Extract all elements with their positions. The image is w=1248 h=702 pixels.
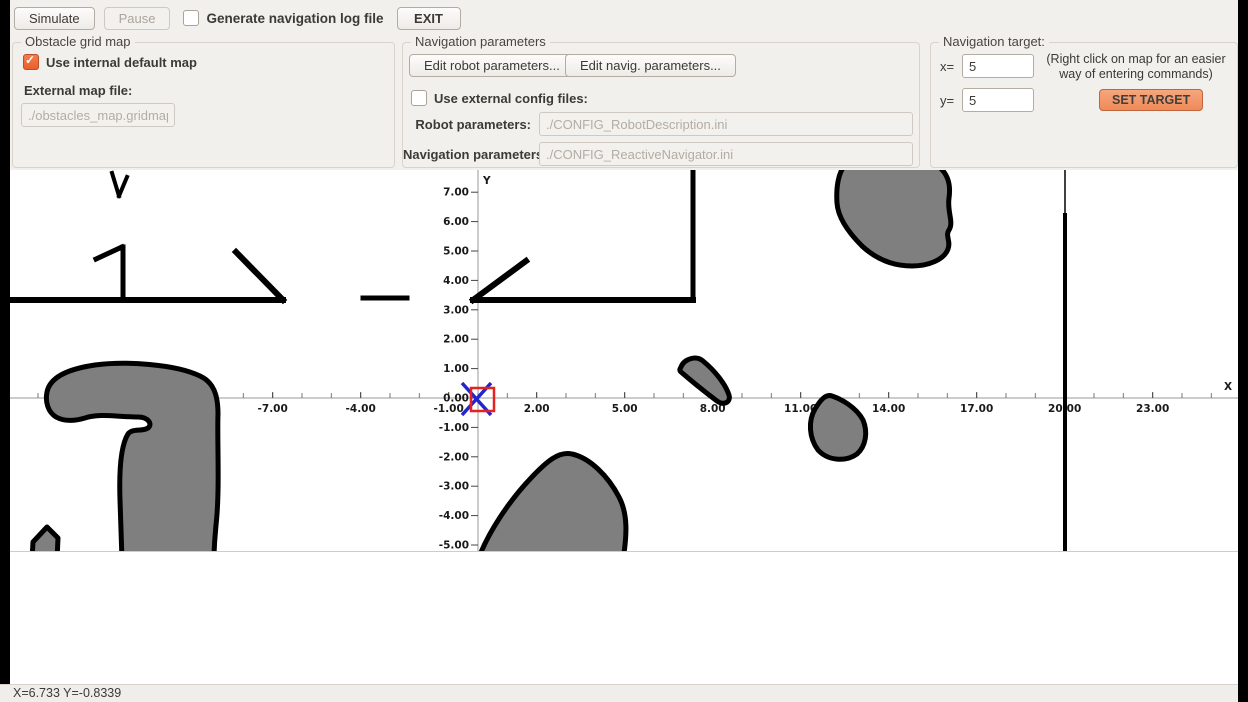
- nav-params-group-title: Navigation parameters: [411, 34, 550, 49]
- set-target-button[interactable]: SET TARGET: [1099, 89, 1203, 111]
- y-tick-label: 1.00: [443, 363, 469, 375]
- target-x-input[interactable]: [962, 54, 1034, 78]
- generate-log-label: Generate navigation log file: [206, 11, 383, 26]
- x-tick-label: 2.00: [524, 403, 550, 415]
- y-tick-label: -3.00: [439, 481, 469, 493]
- log-panel: [10, 551, 1238, 685]
- use-external-config-checkbox[interactable]: [411, 90, 427, 106]
- use-external-config-label: Use external config files:: [434, 91, 588, 106]
- y-tick-label: 6.00: [443, 216, 469, 228]
- navigation-parameters-group: Navigation parameters Edit robot paramet…: [402, 42, 920, 168]
- y-tick-label: 0.00: [443, 393, 469, 405]
- window-frame-right: [1238, 0, 1248, 702]
- y-tick-label: -4.00: [439, 510, 469, 522]
- target-hint-text: (Right click on map for an easier way of…: [1036, 52, 1236, 82]
- wall-segment: [236, 252, 283, 300]
- window-frame-left: [0, 0, 10, 684]
- target-y-label: y=: [940, 93, 954, 108]
- x-tick-label: -4.00: [346, 403, 376, 415]
- external-map-file-input[interactable]: [21, 103, 175, 127]
- wall-segment: [119, 177, 127, 196]
- x-tick-label: -7.00: [258, 403, 288, 415]
- target-y-input[interactable]: [962, 88, 1034, 112]
- pause-button[interactable]: Pause: [104, 7, 171, 30]
- edit-navig-params-button[interactable]: Edit navig. parameters...: [565, 54, 736, 77]
- use-internal-map-checkbox[interactable]: [23, 54, 39, 70]
- y-tick-label: 7.00: [443, 187, 469, 199]
- y-axis-name: Y: [482, 175, 491, 187]
- y-tick-label: 2.00: [443, 334, 469, 346]
- obstacle-blob: [32, 527, 58, 551]
- x-tick-label: 14.00: [872, 403, 905, 415]
- simulate-button[interactable]: Simulate: [14, 7, 95, 30]
- navigation-target-group: Navigation target: x= y= (Right click on…: [930, 42, 1238, 168]
- y-tick-label: 4.00: [443, 275, 469, 287]
- exit-button[interactable]: EXIT: [397, 7, 461, 30]
- obstacle-blob: [46, 363, 218, 551]
- status-bar: X=6.733 Y=-0.8339: [0, 684, 1238, 702]
- wall-segment: [473, 261, 526, 300]
- y-tick-label: -5.00: [439, 540, 469, 552]
- obstacle-blob: [680, 358, 730, 403]
- y-tick-label: 5.00: [443, 246, 469, 258]
- obstacle-group-title: Obstacle grid map: [21, 34, 135, 49]
- x-tick-label: 5.00: [612, 403, 638, 415]
- obstacle-blob: [837, 170, 951, 266]
- map-plot: -13.00-10.00-7.00-4.00-1.002.005.008.001…: [10, 170, 1238, 551]
- obstacle-blob: [810, 396, 865, 460]
- x-axis-name: X: [1224, 381, 1232, 393]
- map-canvas[interactable]: -13.00-10.00-7.00-4.00-1.002.005.008.001…: [10, 170, 1238, 551]
- nav-target-group-title: Navigation target:: [939, 34, 1049, 49]
- obstacle-blob: [478, 453, 626, 551]
- obstacle-grid-map-group: Obstacle grid map Use internal default m…: [12, 42, 395, 168]
- target-x-label: x=: [940, 59, 954, 74]
- external-map-file-label: External map file:: [24, 83, 132, 98]
- navigation-params-label: Navigation parameters:: [403, 147, 531, 162]
- y-tick-label: 3.00: [443, 304, 469, 316]
- generate-log-checkbox[interactable]: [183, 10, 199, 26]
- wall-segment: [112, 173, 119, 196]
- robot-params-input[interactable]: [539, 112, 913, 136]
- cursor-coordinates: X=6.733 Y=-0.8339: [13, 686, 121, 700]
- x-tick-label: -1.00: [434, 403, 464, 415]
- y-tick-label: -2.00: [439, 451, 469, 463]
- edit-robot-params-button[interactable]: Edit robot parameters...: [409, 54, 575, 77]
- wall-segment: [96, 247, 122, 259]
- use-internal-map-label: Use internal default map: [46, 55, 197, 70]
- y-tick-label: -1.00: [439, 422, 469, 434]
- app-window: Simulate Pause Generate navigation log f…: [10, 0, 1238, 684]
- toolbar: Simulate Pause Generate navigation log f…: [10, 0, 1238, 36]
- x-tick-label: 17.00: [960, 403, 993, 415]
- navigation-params-input[interactable]: [539, 142, 913, 166]
- robot-params-label: Robot parameters:: [403, 117, 531, 132]
- x-tick-label: 23.00: [1136, 403, 1169, 415]
